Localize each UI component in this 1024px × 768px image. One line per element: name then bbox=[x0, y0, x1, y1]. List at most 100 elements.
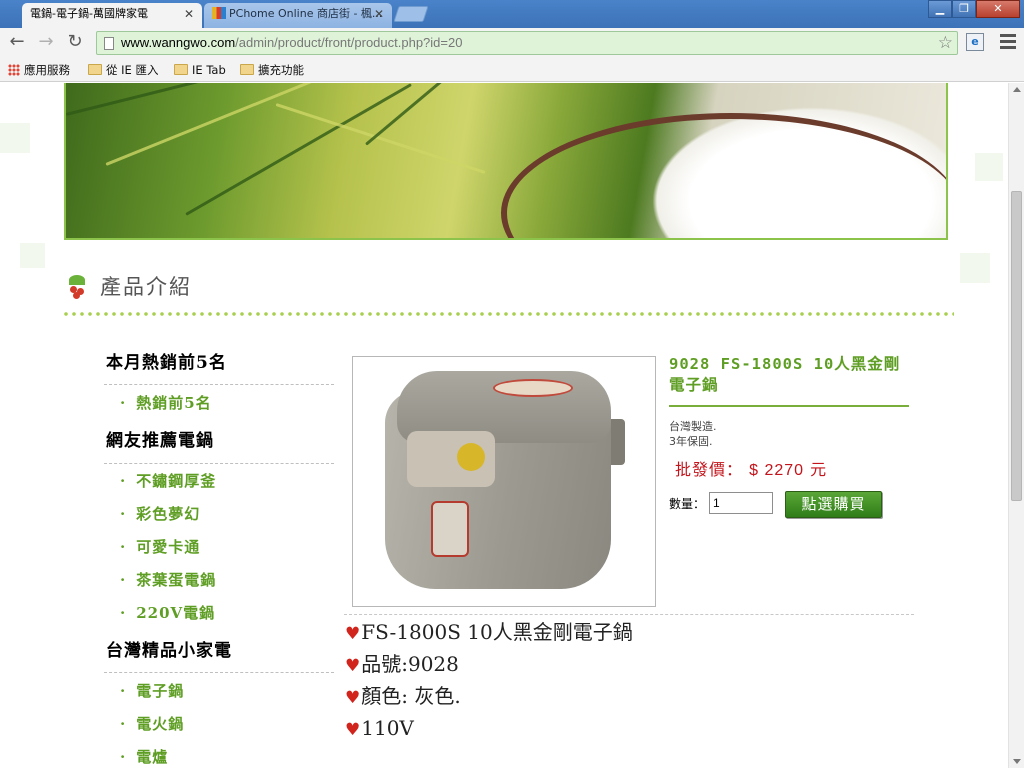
tab-active[interactable]: 電鍋-電子鍋-萬國牌家電 ✕ bbox=[22, 3, 202, 28]
url-path: /admin/product/front/product.php?id=20 bbox=[235, 35, 463, 50]
product-name-underline bbox=[669, 405, 909, 407]
bookmark-label: 應用服務 bbox=[24, 63, 70, 77]
minimize-icon[interactable]: ▁ bbox=[928, 0, 952, 18]
quantity-label: 數量： bbox=[669, 497, 706, 511]
description-divider bbox=[344, 614, 914, 615]
apps-grid-icon bbox=[8, 64, 20, 76]
tab-close-icon[interactable]: ✕ bbox=[184, 3, 194, 25]
folder-icon bbox=[240, 64, 254, 75]
back-arrow-icon[interactable]: ← bbox=[6, 32, 28, 54]
price-label: 批發價： bbox=[675, 460, 744, 479]
close-window-icon[interactable]: ✕ bbox=[976, 0, 1020, 18]
menu-item-label: 220V電鍋 bbox=[136, 604, 216, 622]
banner-stalk bbox=[275, 103, 486, 174]
heart-icon: ♥ bbox=[345, 720, 361, 740]
dotted-divider bbox=[62, 312, 954, 316]
new-tab-button[interactable] bbox=[393, 6, 429, 22]
window-titlebar: 電鍋-電子鍋-萬國牌家電 ✕ PChome Online 商店街 - 楓... … bbox=[0, 0, 1024, 28]
bookmark-folder-ie-import[interactable]: 從 IE 匯入 bbox=[88, 62, 158, 78]
menu-item-tea-egg[interactable]: · 茶葉蛋電鍋 bbox=[120, 570, 216, 590]
maximize-icon[interactable]: ❐ bbox=[952, 0, 976, 18]
tab-title: 電鍋-電子鍋-萬國牌家電 bbox=[30, 7, 148, 20]
tab-close-icon[interactable]: ✕ bbox=[374, 3, 384, 25]
menu-item-label: 彩色夢幻 bbox=[136, 505, 201, 523]
page-viewport: 產品介紹 本月熱銷前5名 · 熱銷前5名 網友推薦電鍋 · 不鏽鋼厚釜 · 彩色夢幻 … bbox=[0, 83, 1008, 768]
product-name: 9028 FS-1800S 10人黑金剛電子鍋 bbox=[669, 355, 901, 394]
tab-title: PChome Online 商店街 - 楓... bbox=[229, 7, 383, 20]
menu-item-label: 電子鍋 bbox=[136, 682, 185, 700]
description-text: 110V bbox=[361, 716, 414, 740]
menu-item-label: 可愛卡通 bbox=[136, 538, 201, 556]
price-value: $ 2270 bbox=[749, 462, 805, 479]
heart-icon: ♥ bbox=[345, 688, 361, 708]
menu-item-cartoon[interactable]: · 可愛卡通 bbox=[120, 537, 200, 557]
bookmark-label: 擴充功能 bbox=[258, 63, 304, 77]
reload-icon[interactable]: ↻ bbox=[64, 32, 86, 54]
description-line: ♥顏色: 灰色. bbox=[345, 682, 461, 712]
address-bar[interactable]: www.wanngwo.com/admin/product/front/prod… bbox=[96, 31, 958, 55]
description-text: 顏色: 灰色. bbox=[361, 684, 461, 708]
menu-heading-recommended: 網友推薦電鍋 bbox=[106, 431, 214, 451]
bookmark-label: 從 IE 匯入 bbox=[106, 63, 159, 77]
menu-heading-appliances: 台灣精品小家電 bbox=[106, 641, 232, 661]
menu-divider bbox=[104, 463, 334, 464]
price: 批發價： $ 2270 元 bbox=[675, 459, 827, 482]
menu-item-rice-cooker[interactable]: · 電子鍋 bbox=[120, 681, 184, 701]
pchome-favicon-icon bbox=[212, 7, 226, 19]
menu-item-220v[interactable]: · 220V電鍋 bbox=[120, 603, 215, 623]
menu-divider bbox=[104, 672, 334, 673]
bookmark-label: IE Tab bbox=[192, 63, 226, 77]
folder-icon bbox=[174, 64, 188, 75]
bookmark-folder-extensions[interactable]: 擴充功能 bbox=[240, 62, 304, 78]
url-host: www.wanngwo.com bbox=[121, 35, 236, 50]
bookmarks-bar: 應用服務 從 IE 匯入 IE Tab 擴充功能 bbox=[0, 58, 1024, 82]
menu-item-colorful[interactable]: · 彩色夢幻 bbox=[120, 504, 200, 524]
bookmark-apps[interactable]: 應用服務 bbox=[8, 62, 70, 78]
menu-item-top5[interactable]: · 熱銷前5名 bbox=[120, 393, 212, 413]
header-banner bbox=[64, 83, 948, 240]
ie-tab-extension-icon[interactable]: e bbox=[966, 33, 984, 51]
page-icon bbox=[104, 37, 114, 50]
banner-stalk bbox=[365, 83, 490, 146]
scrollbar-thumb[interactable] bbox=[1011, 191, 1022, 501]
rice-cooker-illustration bbox=[385, 371, 625, 593]
buy-button[interactable]: 點選購買 bbox=[785, 491, 882, 518]
description-line: ♥FS-1800S 10人黑金剛電子鍋 bbox=[345, 618, 633, 648]
description-line: ♥110V bbox=[345, 714, 414, 744]
menu-item-label: 不鏽鋼厚釜 bbox=[136, 472, 217, 490]
heart-icon: ♥ bbox=[345, 656, 361, 676]
banner-stalk bbox=[66, 83, 319, 116]
product-image[interactable] bbox=[352, 356, 656, 607]
heart-icon: ♥ bbox=[345, 624, 361, 644]
menu-item-label: 電爐 bbox=[136, 748, 169, 766]
scroll-up-icon[interactable] bbox=[1013, 87, 1021, 92]
bg-tile bbox=[0, 123, 30, 153]
banner-stalk bbox=[185, 83, 412, 216]
bookmark-folder-ie-tab[interactable]: IE Tab bbox=[174, 62, 226, 78]
product-note-warranty: 3年保固. bbox=[669, 435, 713, 448]
menu-item-stove[interactable]: · 電爐 bbox=[120, 747, 168, 767]
bg-tile bbox=[960, 253, 990, 283]
menu-item-label: 電火鍋 bbox=[136, 715, 185, 733]
description-line: ♥品號:9028 bbox=[345, 650, 459, 680]
menu-item-stainless[interactable]: · 不鏽鋼厚釜 bbox=[120, 471, 216, 491]
scroll-down-icon[interactable] bbox=[1013, 759, 1021, 764]
forward-arrow-icon[interactable]: → bbox=[35, 32, 57, 54]
product-note-made-in: 台灣製造. bbox=[669, 420, 717, 433]
berry-leaf-icon bbox=[65, 275, 89, 299]
chrome-menu-icon[interactable] bbox=[1000, 34, 1016, 50]
bookmark-star-icon[interactable]: ☆ bbox=[938, 32, 953, 54]
description-text: 品號:9028 bbox=[361, 652, 459, 676]
menu-item-hot-pot[interactable]: · 電火鍋 bbox=[120, 714, 184, 734]
url-text: www.wanngwo.com/admin/product/front/prod… bbox=[121, 34, 462, 52]
quantity-input[interactable] bbox=[709, 492, 773, 514]
vertical-scrollbar[interactable] bbox=[1008, 83, 1024, 768]
description-text: FS-1800S 10人黑金剛電子鍋 bbox=[361, 620, 633, 644]
bg-tile bbox=[20, 243, 45, 268]
folder-icon bbox=[88, 64, 102, 75]
price-unit: 元 bbox=[810, 460, 828, 479]
menu-item-label: 熱銷前5名 bbox=[136, 394, 212, 412]
browser-toolbar: ← → ↻ www.wanngwo.com/admin/product/fron… bbox=[0, 28, 1024, 58]
tab-pchome[interactable]: PChome Online 商店街 - 楓... ✕ bbox=[204, 3, 392, 28]
bg-tile bbox=[975, 153, 1003, 181]
